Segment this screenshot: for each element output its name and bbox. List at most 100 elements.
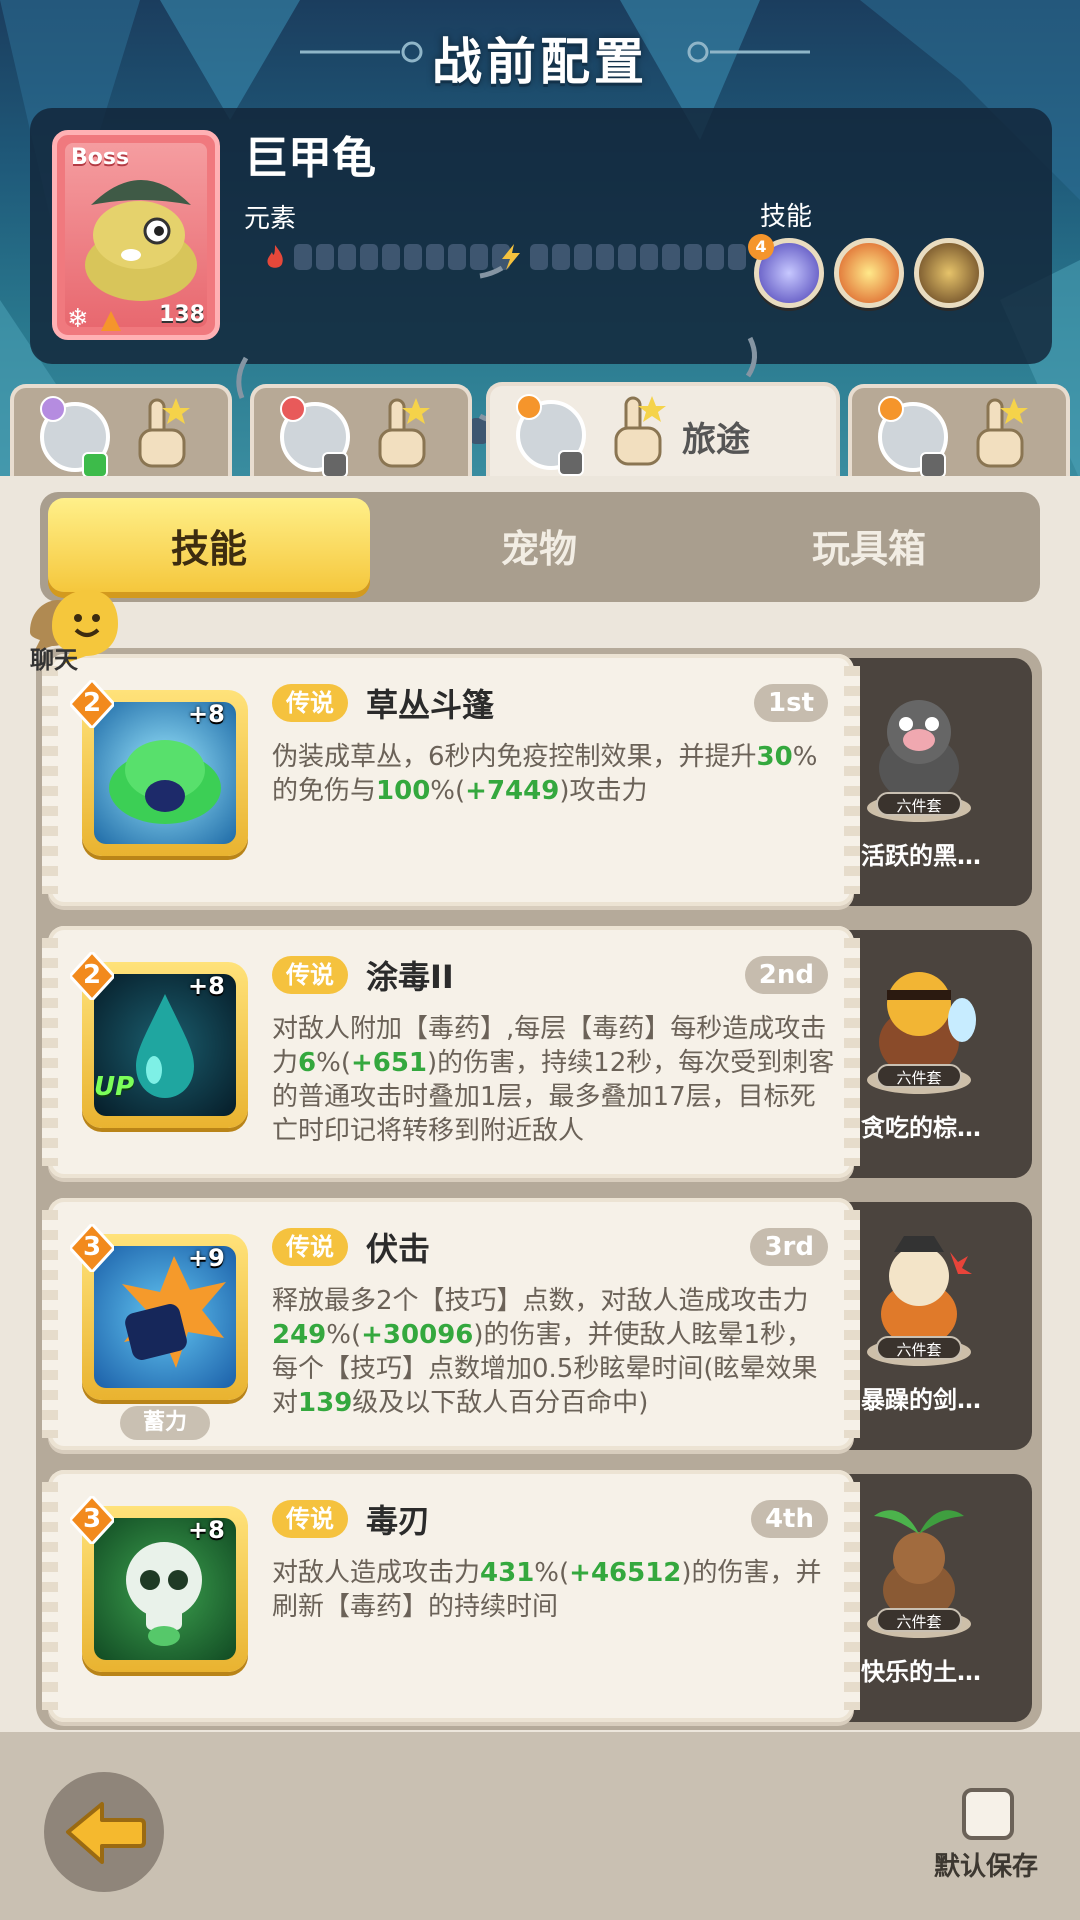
tab-skills[interactable]: 技能 (48, 498, 370, 592)
highlight-value: +651 (350, 1048, 428, 1078)
main-panel: 技能 宠物 玩具箱 六件套 活跃的黑… 2 +8 传说 草丛斗篷 1st 伪装成… (0, 476, 1080, 1732)
skill-plus: +8 (188, 1516, 225, 1544)
description-text: %( (316, 1048, 351, 1078)
boss-portrait-card[interactable]: Boss ❄ 138 (52, 130, 220, 340)
hero-tab-label: 旅途 (682, 420, 750, 460)
hero-status-badge (920, 452, 946, 478)
back-button[interactable] (44, 1772, 164, 1892)
skill-name: 草丛斗篷 (366, 686, 495, 724)
boss-level: 138 (159, 302, 205, 327)
pet-set-badge: 六件套 (876, 1064, 962, 1088)
tab-toybox[interactable]: 玩具箱 (708, 498, 1030, 592)
hero-class-badge (40, 396, 66, 422)
tab-pets[interactable]: 宠物 (378, 498, 700, 592)
title-swirl-right-icon (687, 41, 810, 63)
default-save-label: 默认保存 (934, 1852, 1039, 1882)
sun-burst-skill-icon[interactable] (834, 238, 904, 308)
skill-order-badge: 4th (750, 1500, 828, 1538)
skill-icon-frame: 2 +8 (70, 680, 248, 856)
skill-row: 六件套 活跃的黑… 2 +8 传说 草丛斗篷 1st 伪装成草丛，6秒内免疫控制… (42, 654, 1032, 906)
skill-description: 对敌人造成攻击力431%(+46512)的伤害，并刷新【毒药】的持续时间 (272, 1556, 838, 1624)
skill-plus: +8 (188, 700, 225, 728)
boss-element-icons: ❄ (67, 304, 121, 334)
rarity-badge: 传说 (272, 956, 348, 994)
hero-tab-3[interactable]: 旅途 (486, 382, 840, 482)
skill-order-badge: 2nd (744, 956, 828, 994)
highlight-value: +30096 (361, 1320, 474, 1350)
skill-name: 伏击 (366, 1230, 431, 1268)
pet-set-badge: 六件套 (876, 792, 962, 816)
highlight-value: 139 (298, 1388, 353, 1418)
skill-level: 3 (82, 1504, 102, 1534)
skill-up-label: UP (94, 1072, 135, 1102)
description-text: %( (326, 1320, 362, 1350)
skill-row: 六件套 贪吃的棕… 2 +8 UP 传说 涂毒II 2nd 对敌人附加【毒药】,… (42, 926, 1032, 1178)
skill-card[interactable]: 2 +8 UP 传说 涂毒II 2nd 对敌人附加【毒药】,每层【毒药】每秒造成… (42, 926, 860, 1178)
hero-tab-1[interactable] (10, 384, 232, 480)
boss-skill-badge: 4 (748, 234, 774, 260)
description-text: %( (534, 1558, 570, 1588)
pet-set-badge: 六件套 (876, 1608, 962, 1632)
pointing-hand-icon (138, 398, 190, 468)
page-title: 战前配置 (432, 33, 648, 91)
boss-tag: Boss (71, 145, 130, 170)
category-tab-bar: 技能 宠物 玩具箱 (40, 492, 1040, 602)
skill-level: 2 (82, 960, 102, 990)
skill-plus: +9 (188, 1244, 225, 1272)
back-arrow-icon (66, 1802, 146, 1864)
charge-tag: 蓄力 (120, 1406, 210, 1440)
hero-class-badge (516, 394, 542, 420)
shadow-mage-skill-icon[interactable] (914, 238, 984, 308)
turtle-boss-icon (85, 180, 197, 301)
pointing-hand-icon (614, 396, 666, 466)
skill-description: 伪装成草丛，6秒内免疫控制效果，并提升30%的免伤与100%(+7449)攻击力 (272, 740, 838, 808)
skill-icon-frame: 3 +9 (70, 1224, 248, 1400)
skill-name: 涂毒II (366, 958, 454, 996)
skill-row: 六件套 暴躁的剑… 3 +9 蓄力 传说 伏击 3rd 释放最多2个【技巧】点数… (42, 1198, 1032, 1450)
highlight-value: 431 (480, 1558, 535, 1588)
hero-status-badge (82, 452, 108, 478)
rarity-badge: 传说 (272, 1228, 348, 1266)
hero-status-badge (322, 452, 348, 478)
skill-order-badge: 3rd (750, 1228, 828, 1266)
highlight-value: 249 (272, 1320, 327, 1350)
pet-set-badge: 六件套 (876, 1336, 962, 1360)
svg-text:❄: ❄ (67, 304, 89, 334)
skill-order-badge: 1st (754, 684, 828, 722)
skill-card[interactable]: 3 +8 传说 毒刃 4th 对敌人造成攻击力431%(+46512)的伤害，并… (42, 1470, 860, 1722)
highlight-value: +7449 (465, 776, 560, 806)
skill-name: 毒刃 (366, 1502, 431, 1540)
highlight-value: 100 (376, 776, 431, 806)
highlight-value: 30 (756, 742, 793, 772)
description-text: %( (430, 776, 466, 806)
hero-class-badge (878, 396, 904, 422)
skill-icon-frame: 2 +8 UP (70, 952, 248, 1128)
skill-level: 2 (82, 688, 102, 718)
hero-tab-2[interactable] (250, 384, 472, 480)
pointing-hand-icon (378, 398, 430, 468)
pointing-hand-icon (976, 398, 1028, 468)
description-text: 级及以下敌人百分百命中) (352, 1388, 649, 1418)
skill-description: 对敌人附加【毒药】,每层【毒药】每秒造成攻击力6%(+651)的伤害，持续12秒… (272, 1012, 838, 1148)
default-save-checkbox[interactable] (962, 1788, 1014, 1840)
skill-level: 3 (82, 1232, 102, 1262)
description-text: 对敌人造成攻击力 (272, 1558, 481, 1588)
description-text: 伪装成草丛，6秒内免疫控制效果，并提升 (272, 742, 757, 772)
skill-card[interactable]: 2 +8 传说 草丛斗篷 1st 伪装成草丛，6秒内免疫控制效果，并提升30%的… (42, 654, 860, 906)
hero-class-badge (280, 396, 306, 422)
rarity-badge: 传说 (272, 1500, 348, 1538)
skill-icon-frame: 3 +8 (70, 1496, 248, 1672)
boss-name: 巨甲龟 (244, 133, 376, 184)
skill-description: 释放最多2个【技巧】点数，对敌人造成攻击力249%(+30096)的伤害，并使敌… (272, 1284, 838, 1420)
hero-tab-4[interactable] (848, 384, 1070, 480)
hero-status-badge (558, 450, 584, 476)
skill-plus: +8 (188, 972, 225, 1000)
highlight-value: +46512 (569, 1558, 682, 1588)
rarity-badge: 传说 (272, 684, 348, 722)
skill-card[interactable]: 3 +9 蓄力 传说 伏击 3rd 释放最多2个【技巧】点数，对敌人造成攻击力 2… (42, 1198, 860, 1450)
skill-row: 六件套 快乐的土… 3 +8 传说 毒刃 4th 对敌人造成攻击力431%(+4… (42, 1470, 1032, 1722)
bottom-bar: 默认保存 (0, 1732, 1080, 1920)
description-text: )攻击力 (559, 776, 648, 806)
boss-info-panel: Boss ❄ 138 巨甲龟 元素 技能 ❄ 4 (30, 108, 1052, 446)
chat-label[interactable]: 聊天 (30, 640, 78, 675)
